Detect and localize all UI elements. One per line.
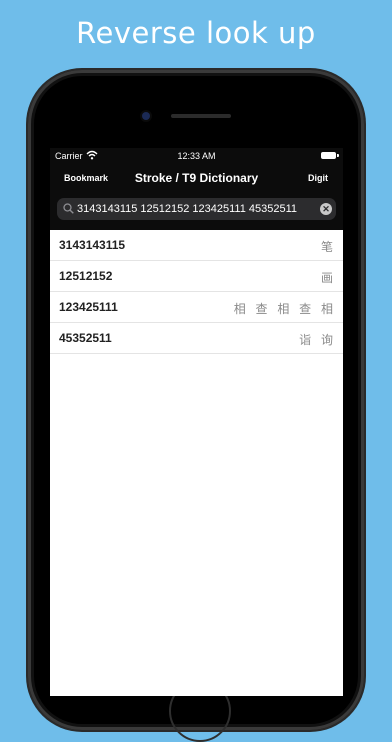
stroke-code: 12512152	[59, 269, 113, 283]
digit-button[interactable]: Digit	[308, 173, 328, 183]
list-item[interactable]: 123425111 相 查 相 查 相	[50, 292, 343, 323]
status-bar: Carrier 12:33 AM	[50, 148, 343, 164]
result-characters: 相 查 相 查 相	[233, 302, 336, 316]
battery-icon	[321, 152, 339, 159]
page-title: Stroke / T9 Dictionary	[134, 171, 259, 185]
result-characters: 笔	[320, 240, 336, 254]
promo-headline: Reverse look up	[76, 16, 316, 50]
stroke-code: 123425111	[59, 300, 118, 314]
list-item[interactable]: 45352511 诣 询	[50, 323, 343, 354]
clear-icon[interactable]: ✕	[320, 203, 332, 215]
search-icon	[63, 203, 74, 214]
list-item[interactable]: 3143143115 笔	[50, 230, 343, 261]
stroke-code: 3143143115	[59, 238, 126, 252]
search-bar: ✕	[50, 192, 343, 230]
search-input[interactable]	[77, 200, 297, 218]
navigation-bar: Bookmark Stroke / T9 Dictionary Digit	[50, 164, 343, 192]
speaker-grille	[171, 114, 231, 118]
results-list: 3143143115 笔 12512152 画 123425111 相 查 相 …	[50, 230, 343, 354]
clock: 12:33 AM	[177, 151, 216, 161]
result-characters: 画	[320, 271, 336, 285]
app-screen: Carrier 12:33 AM Bookmark Stroke / T9 Di…	[50, 148, 343, 696]
front-camera-icon	[142, 112, 150, 120]
result-characters: 诣 询	[299, 333, 336, 347]
stroke-code: 45352511	[59, 331, 112, 345]
list-item[interactable]: 12512152 画	[50, 261, 343, 292]
search-field[interactable]: ✕	[57, 198, 336, 220]
